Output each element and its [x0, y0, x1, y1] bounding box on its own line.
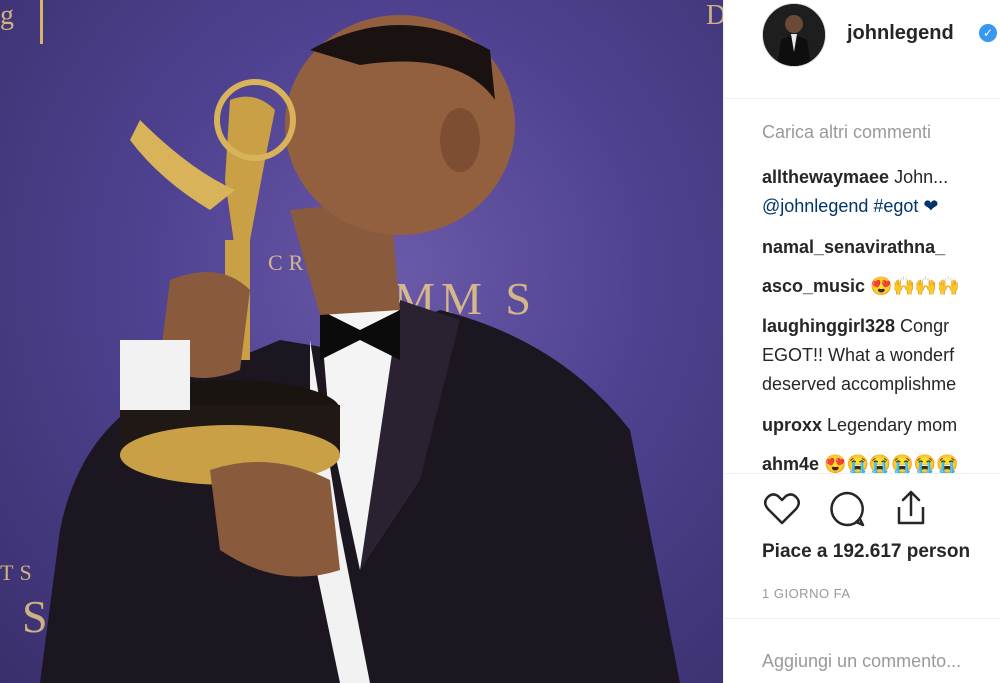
share-icon[interactable]	[891, 489, 931, 529]
username-link[interactable]: johnlegend	[847, 22, 954, 45]
add-comment-input[interactable]: Aggiungi un commento...	[762, 651, 961, 672]
comment-username[interactable]: ahm4e	[762, 454, 819, 474]
actions-divider	[724, 473, 1000, 474]
load-more-comments-link[interactable]: Carica altri commenti	[762, 122, 931, 143]
comment-username[interactable]: laughinggirl328	[762, 316, 895, 336]
comment-item: uproxx Legendary mom	[762, 411, 957, 440]
backdrop-text-corner-right: D	[706, 0, 723, 31]
avatar-image	[763, 4, 825, 66]
comment-item: namal_senavirathna_	[762, 233, 945, 262]
comment-text: John...	[894, 167, 949, 187]
post-date: 1 GIORNO FA	[762, 586, 851, 601]
comment-username[interactable]: uproxx	[762, 415, 822, 435]
likes-count[interactable]: Piace a 192.617 person	[762, 541, 970, 563]
comment-text-line: deserved accomplishme	[762, 374, 957, 394]
comment-item: allthewaymaee John...	[762, 163, 948, 192]
comment-username[interactable]: allthewaymaee	[762, 167, 889, 187]
comment-item: asco_music 😍🙌🙌🙌	[762, 272, 960, 301]
add-comment-divider	[724, 618, 1000, 619]
comment-username[interactable]: asco_music	[762, 276, 865, 296]
comment-item: ahm4e 😍😭😭😭😭😭	[762, 450, 959, 479]
man-with-emmy-illustration	[40, 15, 680, 683]
backdrop-text-left: TS	[0, 560, 38, 585]
comment-item: laughinggirl328 Congr	[762, 312, 949, 341]
comment-text-line: EGOT!! What a wonderf	[762, 345, 955, 365]
comment-text: 😍🙌🙌🙌	[870, 276, 960, 296]
comment-text: Congr	[900, 316, 950, 336]
comment-text: 😍😭😭😭😭😭	[824, 454, 959, 474]
post-photo[interactable]: CRE TS ΕΜΜ S TS S g D	[0, 0, 723, 683]
backdrop-text-corner: g	[0, 0, 20, 31]
comment-mention-line[interactable]: @johnlegend #egot ❤	[762, 192, 938, 221]
heart-icon[interactable]	[762, 489, 802, 529]
comment-username[interactable]: namal_senavirathna_	[762, 237, 945, 257]
comments-panel: johnlegend ✓ Carica altri commenti allth…	[724, 0, 1000, 683]
post-header: johnlegend ✓	[724, 0, 1000, 99]
verified-badge-icon: ✓	[979, 24, 997, 42]
avatar[interactable]	[762, 3, 826, 67]
comment-icon[interactable]	[827, 489, 867, 529]
comment-text: Legendary mom	[827, 415, 958, 435]
